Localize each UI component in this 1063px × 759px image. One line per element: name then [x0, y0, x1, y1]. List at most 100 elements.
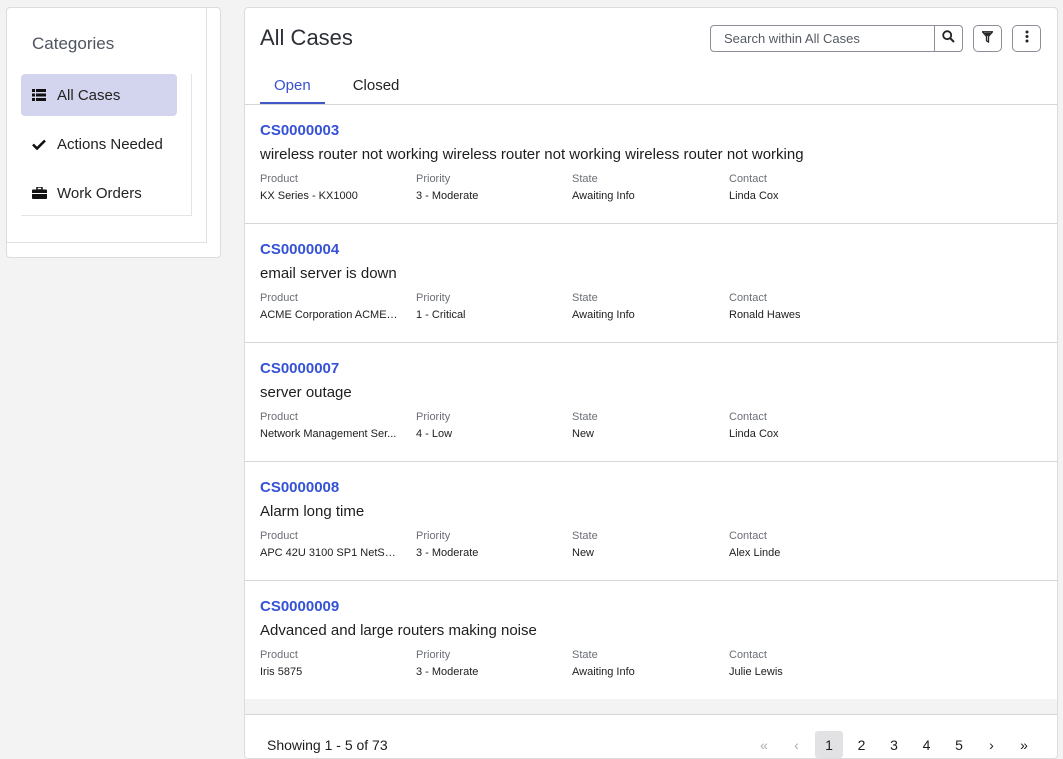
briefcase-icon — [21, 187, 57, 199]
footer-separator — [245, 699, 1057, 715]
page-button-4[interactable]: 4 — [913, 731, 941, 758]
priority-field: Priority 3 - Moderate — [416, 173, 556, 202]
pagination: « ‹ 1 2 3 4 5 › » — [750, 731, 1043, 758]
product-value: KX Series - KX1000 — [260, 190, 358, 202]
search-input[interactable] — [711, 26, 934, 51]
case-number-link[interactable]: CS0000008 — [260, 479, 339, 496]
priority-value: 3 - Moderate — [416, 666, 479, 678]
category-label: Work Orders — [57, 184, 142, 202]
state-field: State Awaiting Info — [572, 173, 712, 202]
field-label: Priority — [416, 530, 451, 542]
sidebar-inner-panel: Categories All Cases Actions Needed Work… — [7, 8, 207, 243]
state-field: State Awaiting Info — [572, 649, 712, 678]
case-number-link[interactable]: CS0000007 — [260, 360, 339, 377]
product-value: APC 42U 3100 SP1 NetSh... — [260, 547, 398, 559]
field-label: Priority — [416, 649, 451, 661]
field-label: Contact — [729, 649, 767, 661]
last-page-button[interactable]: » — [1010, 731, 1038, 758]
page-button-5[interactable]: 5 — [945, 731, 973, 758]
filter-icon — [981, 30, 994, 48]
first-page-button[interactable]: « — [750, 731, 778, 758]
state-field: State Awaiting Info — [572, 292, 712, 321]
field-label: Product — [260, 173, 298, 185]
tab-open[interactable]: Open — [260, 76, 325, 104]
category-list: All Cases Actions Needed Work Orders — [21, 74, 192, 216]
field-label: Contact — [729, 530, 767, 542]
priority-value: 4 - Low — [416, 428, 453, 440]
contact-value: Linda Cox — [729, 190, 779, 202]
product-field: Product ACME Corporation ACME ... — [260, 292, 398, 321]
state-value: Awaiting Info — [572, 666, 635, 678]
field-label: State — [572, 530, 598, 542]
field-label: Product — [260, 530, 298, 542]
search-icon — [942, 29, 955, 48]
state-field: State New — [572, 411, 712, 440]
pagination-footer: Showing 1 - 5 of 73 « ‹ 1 2 3 4 5 › » — [245, 715, 1057, 758]
case-description: server outage — [260, 384, 352, 401]
priority-value: 3 - Moderate — [416, 190, 479, 202]
case-description: email server is down — [260, 265, 397, 282]
case-number-link[interactable]: CS0000003 — [260, 122, 339, 139]
results-count: Showing 1 - 5 of 73 — [267, 737, 388, 753]
priority-value: 3 - Moderate — [416, 547, 479, 559]
category-item-work-orders[interactable]: Work Orders — [21, 172, 177, 214]
category-item-actions-needed[interactable]: Actions Needed — [21, 123, 177, 165]
contact-value: Julie Lewis — [729, 666, 783, 678]
contact-field: Contact Linda Cox — [729, 411, 869, 440]
page-title: All Cases — [260, 25, 353, 50]
category-item-all-cases[interactable]: All Cases — [21, 74, 177, 116]
case-description: Advanced and large routers making noise — [260, 622, 537, 639]
next-page-button[interactable]: › — [978, 731, 1006, 758]
field-label: Product — [260, 649, 298, 661]
contact-value: Alex Linde — [729, 547, 781, 559]
field-label: Priority — [416, 292, 451, 304]
search-button[interactable] — [934, 26, 962, 51]
contact-field: Contact Alex Linde — [729, 530, 869, 559]
state-value: New — [572, 428, 595, 440]
priority-field: Priority 3 - Moderate — [416, 649, 556, 678]
previous-page-button[interactable]: ‹ — [783, 731, 811, 758]
priority-field: Priority 1 - Critical — [416, 292, 556, 321]
case-row: CS0000009 Advanced and large routers mak… — [245, 581, 1057, 700]
page-button-1[interactable]: 1 — [815, 731, 843, 758]
state-value: New — [572, 547, 595, 559]
product-value: ACME Corporation ACME ... — [260, 309, 398, 321]
product-field: Product Network Management Ser... — [260, 411, 398, 440]
case-row: CS0000004 email server is down Product A… — [245, 224, 1057, 343]
field-label: State — [572, 173, 598, 185]
product-field: Product APC 42U 3100 SP1 NetSh... — [260, 530, 398, 559]
page-button-3[interactable]: 3 — [880, 731, 908, 758]
case-description: Alarm long time — [260, 503, 365, 520]
cases-panel: All Cases Search within All Cases Open C… — [244, 7, 1058, 759]
contact-value: Linda Cox — [729, 428, 779, 440]
field-label: Product — [260, 292, 298, 304]
priority-field: Priority 4 - Low — [416, 411, 556, 440]
search-box — [710, 25, 963, 52]
field-label: Product — [260, 411, 298, 423]
vertical-ellipsis-icon — [1025, 30, 1029, 48]
product-field: Product Iris 5875 — [260, 649, 398, 678]
contact-field: Contact Julie Lewis — [729, 649, 869, 678]
case-description: wireless router not working wireless rou… — [260, 146, 804, 163]
state-field: State New — [572, 530, 712, 559]
case-row: CS0000003 wireless router not working wi… — [245, 105, 1057, 224]
category-label: Actions Needed — [57, 135, 163, 153]
product-value: Network Management Ser... — [260, 428, 397, 440]
field-label: Contact — [729, 173, 767, 185]
contact-value: Ronald Hawes — [729, 309, 801, 321]
case-tabs: Open Closed — [260, 76, 413, 104]
page-button-2[interactable]: 2 — [848, 731, 876, 758]
state-value: Awaiting Info — [572, 190, 635, 202]
case-row: CS0000008 Alarm long time Product APC 42… — [245, 462, 1057, 581]
tab-closed[interactable]: Closed — [339, 76, 414, 104]
case-number-link[interactable]: CS0000009 — [260, 598, 339, 615]
contact-field: Contact Ronald Hawes — [729, 292, 869, 321]
field-label: Contact — [729, 411, 767, 423]
category-label: All Cases — [57, 86, 121, 104]
checkmark-icon — [21, 139, 57, 150]
field-label: Priority — [416, 173, 451, 185]
case-number-link[interactable]: CS0000004 — [260, 241, 339, 258]
more-options-button[interactable] — [1012, 25, 1041, 52]
filter-button[interactable] — [973, 25, 1002, 52]
priority-field: Priority 3 - Moderate — [416, 530, 556, 559]
